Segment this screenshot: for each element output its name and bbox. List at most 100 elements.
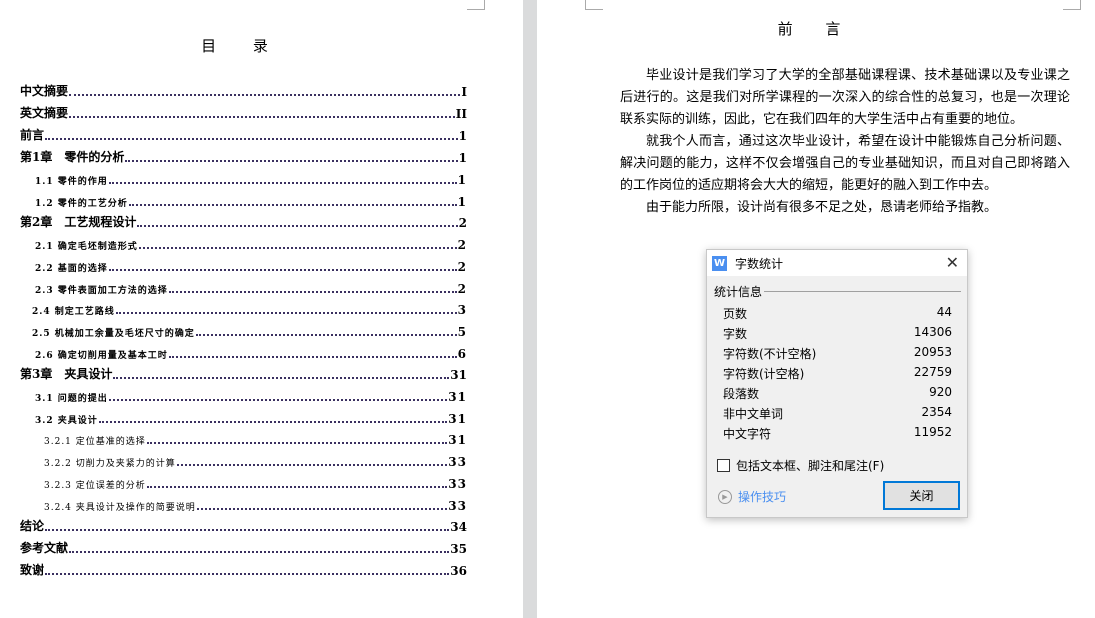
- toc-entry[interactable]: 1.2 零件的工艺分析 1: [0, 193, 467, 209]
- stat-row: 字符数(不计空格) 20953: [723, 345, 952, 362]
- toc-entry[interactable]: 3.1 问题的提出 31: [0, 388, 467, 404]
- toc-leader-dots: [195, 334, 457, 336]
- toc-entry-page: 34: [450, 520, 467, 534]
- toc-leader-dots: [108, 399, 448, 401]
- include-textbox-checkbox[interactable]: 包括文本框、脚注和尾注(F): [717, 457, 884, 474]
- checkbox-box[interactable]: [717, 459, 730, 472]
- toc-entry-page: 35: [450, 542, 467, 556]
- toc-entry-page: 1: [458, 151, 467, 165]
- toc-entry-label: 前言: [20, 128, 45, 142]
- toc-entry-label: 第1章 零件的分析: [20, 150, 125, 164]
- page-gap: [523, 0, 537, 618]
- stat-value: 11952: [913, 425, 952, 439]
- word-count-dialog: W 字数统计 ✕ 统计信息 页数 44 字数 14306 字符数(不计空格) 20953 字…: [706, 249, 968, 518]
- stat-label: 段落数: [723, 387, 760, 401]
- toc-entry[interactable]: 第3章 夹具设计 31: [0, 366, 467, 382]
- toc-entry[interactable]: 中文摘要 I: [0, 83, 467, 99]
- toc-entry-page: 6: [457, 347, 467, 361]
- stat-row: 字符数(计空格) 22759: [723, 365, 952, 382]
- toc-entry[interactable]: 第1章 零件的分析 1: [0, 149, 467, 165]
- page-corner-mark: [1063, 0, 1081, 10]
- toc-entry[interactable]: 第2章 工艺规程设计 2: [0, 214, 467, 230]
- toc-entry-label: 3.2 夹具设计: [35, 416, 98, 426]
- toc-leader-dots: [69, 116, 455, 118]
- toc-entry-page: 31: [450, 368, 467, 382]
- toc-entry-label: 3.2.3 定位误差的分析: [44, 481, 146, 491]
- close-icon[interactable]: ✕: [946, 253, 959, 272]
- toc-entry[interactable]: 3.2.1 定位基准的选择 31: [0, 431, 467, 447]
- toc-entry[interactable]: 参考文献 35: [0, 540, 467, 556]
- tips-label: 操作技巧: [738, 490, 787, 504]
- toc-entry-label: 3.1 问题的提出: [35, 394, 108, 404]
- toc-entry[interactable]: 2.3 零件表面加工方法的选择 2: [0, 280, 467, 296]
- toc-entry[interactable]: 英文摘要 II: [0, 105, 467, 121]
- toc-leader-dots: [45, 138, 458, 140]
- toc-leader-dots: [168, 291, 457, 293]
- stat-value: 20953: [913, 345, 952, 359]
- toc-leader-dots: [113, 377, 450, 379]
- toc-entry[interactable]: 结论 34: [0, 518, 467, 534]
- stat-row: 段落数 920: [723, 385, 952, 402]
- toc-entry[interactable]: 致谢 36: [0, 562, 467, 578]
- toc-entry-page: I: [461, 85, 467, 99]
- toc-entry-page: 1: [458, 129, 467, 143]
- toc-entry[interactable]: 3.2.3 定位误差的分析 33: [0, 475, 467, 491]
- toc-entry[interactable]: 1.1 零件的作用 1: [0, 171, 467, 187]
- toc-entry[interactable]: 3.2.4 夹具设计及操作的简要说明 33: [0, 497, 467, 513]
- toc-entry-page: 33: [448, 499, 467, 513]
- toc-entry-label: 2.6 确定切削用量及基本工时: [35, 351, 168, 361]
- close-button[interactable]: 关闭: [883, 481, 960, 510]
- toc-leader-dots: [168, 356, 457, 358]
- toc-page: 目 录 中文摘要 I 英文摘要 II 前言 1 第1章 零件的分析 1 1.1 零件的作用 1 1.…: [0, 0, 523, 618]
- dialog-titlebar[interactable]: W 字数统计 ✕: [707, 250, 967, 276]
- toc-entry-page: II: [455, 107, 467, 121]
- toc-leader-dots: [69, 551, 450, 553]
- toc-entry-page: 1: [457, 173, 467, 187]
- toc-leader-dots: [108, 269, 457, 271]
- tips-link[interactable]: ▶ 操作技巧: [718, 488, 786, 505]
- toc-entry-label: 2.2 基面的选择: [35, 264, 108, 274]
- toc-entry-page: 33: [448, 455, 467, 469]
- stat-value: 920: [929, 385, 952, 399]
- toc-entry[interactable]: 2.2 基面的选择 2: [0, 258, 467, 274]
- toc-leader-dots: [176, 464, 448, 466]
- toc-entry-page: 2: [458, 216, 467, 230]
- toc-entry-page: 31: [448, 390, 467, 404]
- stat-row: 页数 44: [723, 305, 952, 322]
- toc-leader-dots: [196, 508, 448, 510]
- play-circle-icon: ▶: [718, 489, 732, 504]
- toc-entry-label: 1.2 零件的工艺分析: [35, 199, 128, 209]
- toc-entry-page: 3: [457, 303, 467, 317]
- toc-leader-dots: [138, 247, 457, 249]
- page-corner-mark: [467, 0, 485, 10]
- preface-title: 前 言: [777, 20, 855, 38]
- toc-entry[interactable]: 前言 1: [0, 127, 467, 143]
- toc-leader-dots: [98, 421, 448, 423]
- preface-paragraph: 就我个人而言，通过这次毕业设计，希望在设计中能锻炼自己分析问题、解决问题的能力，…: [620, 134, 1070, 193]
- page-corner-mark: [585, 0, 603, 10]
- toc-entry-label: 3.2.1 定位基准的选择: [44, 437, 146, 447]
- stat-label: 中文字符: [723, 427, 772, 441]
- toc-entry[interactable]: 2.6 确定切削用量及基本工时 6: [0, 345, 467, 361]
- toc-entry-label: 2.5 机械加工余量及毛坯尺寸的确定: [32, 329, 195, 339]
- toc-entry-label: 1.1 零件的作用: [35, 177, 108, 187]
- stat-row: 字数 14306: [723, 325, 952, 342]
- toc-leader-dots: [125, 160, 458, 162]
- toc-entry-page: 2: [457, 260, 467, 274]
- dialog-title: 字数统计: [735, 256, 784, 271]
- toc-entry[interactable]: 2.5 机械加工余量及毛坯尺寸的确定 5: [0, 323, 467, 339]
- toc-entry[interactable]: 3.2 夹具设计 31: [0, 410, 467, 426]
- toc-entry-label: 第3章 夹具设计: [20, 367, 113, 381]
- toc-entry[interactable]: 2.4 制定工艺路线 3: [0, 301, 467, 317]
- toc-entry-label: 第2章 工艺规程设计: [20, 215, 137, 229]
- wps-app-icon: W: [712, 255, 727, 271]
- toc-entry[interactable]: 2.1 确定毛坯制造形式 2: [0, 236, 467, 252]
- toc-entry-label: 2.1 确定毛坯制造形式: [35, 242, 138, 252]
- stat-value: 44: [936, 305, 952, 319]
- checkbox-label: 包括文本框、脚注和尾注(F): [736, 459, 885, 473]
- toc-entry[interactable]: 3.2.2 切削力及夹紧力的计算 33: [0, 453, 467, 469]
- stat-label: 非中文单词: [723, 407, 784, 421]
- preface-paragraph: 由于能力所限，设计尚有很多不足之处，恳请老师给予指教。: [646, 200, 998, 215]
- toc-leader-dots: [146, 442, 448, 444]
- toc-title: 目 录: [201, 37, 284, 55]
